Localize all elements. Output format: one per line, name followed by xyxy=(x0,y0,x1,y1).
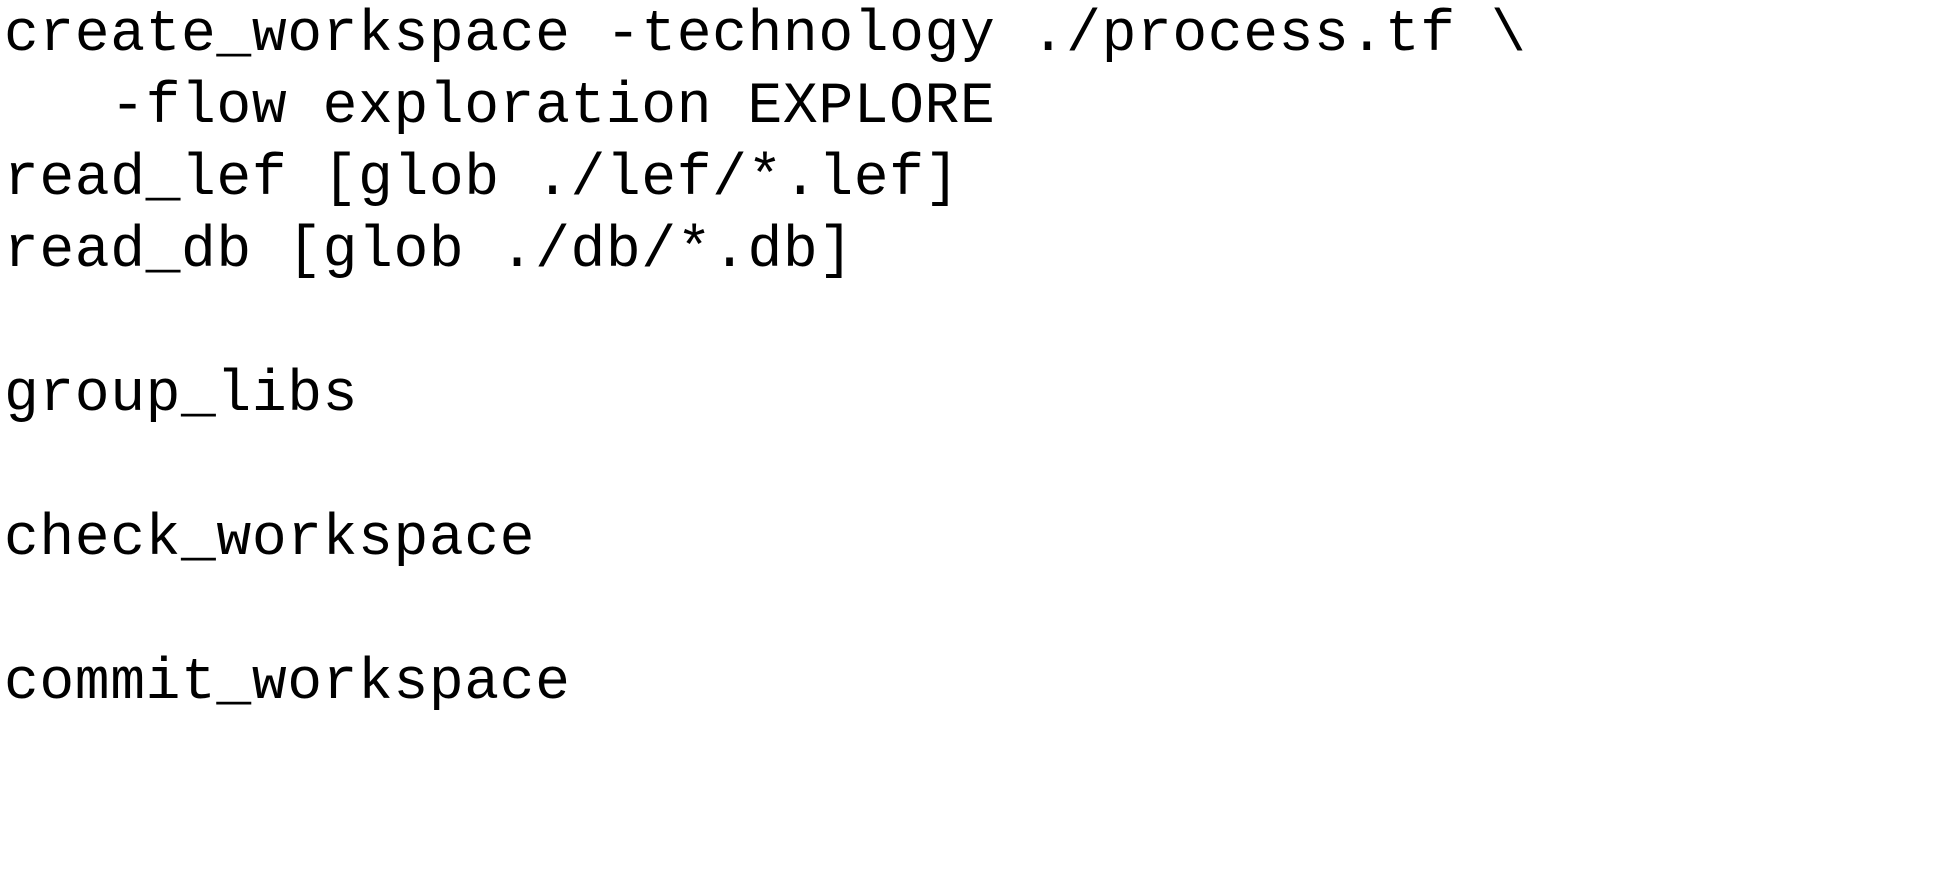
code-line-blank-2 xyxy=(4,432,1947,504)
code-listing[interactable]: create_workspace -technology ./process.t… xyxy=(0,0,1947,885)
code-line-read-lef: read_lef [glob ./lef/*.lef] xyxy=(4,147,960,212)
code-line-read-db: read_db [glob ./db/*.db] xyxy=(4,219,854,284)
code-line-commit-workspace: commit_workspace xyxy=(4,651,571,716)
code-line-check-workspace: check_workspace xyxy=(4,507,536,572)
code-line-blank-3 xyxy=(4,576,1947,648)
code-line-blank-1 xyxy=(4,288,1947,360)
code-line-group-libs: group_libs xyxy=(4,363,359,428)
code-line-flow-exploration: -flow exploration EXPLORE xyxy=(4,75,996,140)
code-line-create-workspace: create_workspace -technology ./process.t… xyxy=(4,3,1527,68)
